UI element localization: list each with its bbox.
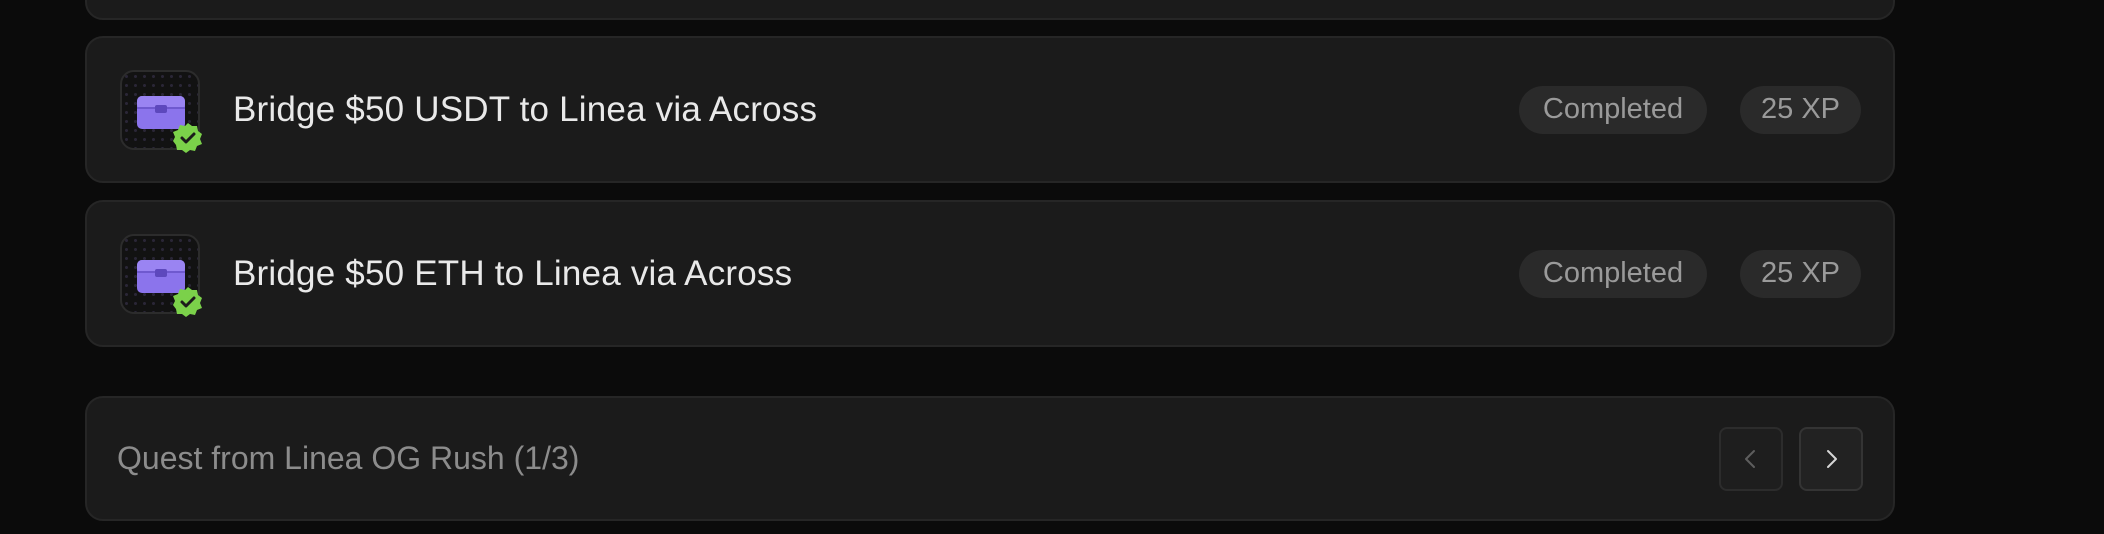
- chest-icon: [120, 233, 202, 317]
- chest-icon: [120, 69, 202, 153]
- verified-check-icon: [173, 122, 202, 153]
- quest-card[interactable]: Bridge $50 USDT to Linea via Across Comp…: [85, 36, 1895, 183]
- verified-check-icon: [173, 286, 202, 317]
- quest-card[interactable]: Bridge $50 ETH to Linea via Across Compl…: [85, 200, 1895, 347]
- xp-badge: 25 XP: [1740, 249, 1861, 298]
- chevron-left-icon: [1745, 449, 1755, 468]
- chevron-right-icon: [1827, 449, 1837, 468]
- xp-badge: 25 XP: [1740, 85, 1861, 134]
- next-page-button[interactable]: [1799, 426, 1863, 491]
- quest-card-previous-partial[interactable]: [85, 0, 1895, 20]
- quest-list-page: Bridge $50 USDT to Linea via Across Comp…: [0, 0, 2104, 534]
- quest-title: Bridge $50 USDT to Linea via Across: [233, 89, 818, 129]
- quest-pagination-footer: Quest from Linea OG Rush (1/3): [85, 396, 1895, 521]
- previous-page-button[interactable]: [1719, 426, 1783, 491]
- status-badge: Completed: [1519, 85, 1707, 134]
- quest-title: Bridge $50 ETH to Linea via Across: [233, 253, 793, 293]
- status-badge: Completed: [1519, 249, 1707, 298]
- quest-source-label: Quest from Linea OG Rush (1/3): [117, 440, 580, 476]
